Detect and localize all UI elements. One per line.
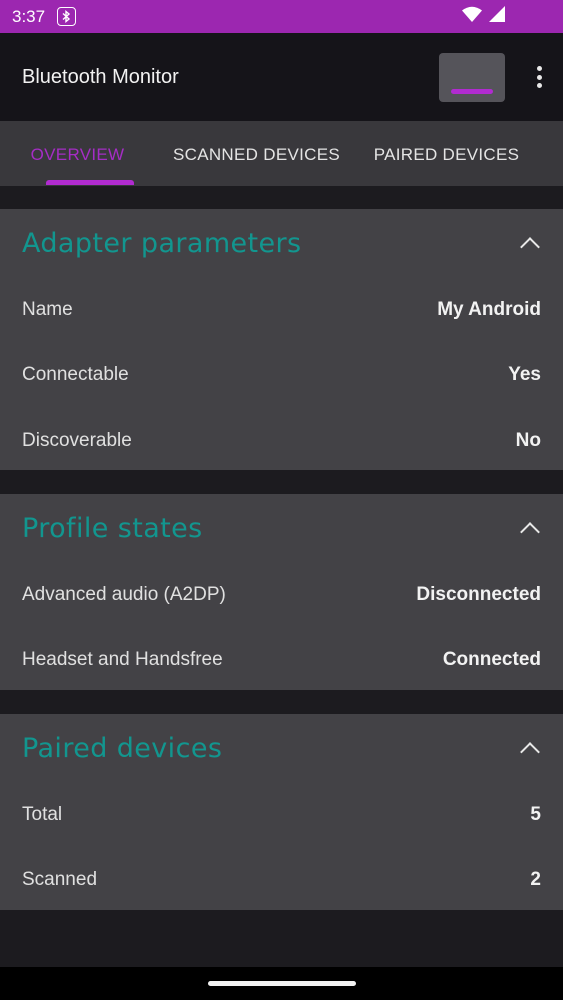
row-label: Name [22, 298, 73, 320]
row-value: Disconnected [416, 583, 541, 605]
list-item: Discoverable No [0, 408, 563, 474]
navigation-bar [0, 967, 563, 1000]
adapter-parameters-header[interactable]: Adapter parameters [0, 209, 563, 277]
toolbar-action-button[interactable] [439, 52, 505, 102]
row-label: Headset and Handsfree [22, 649, 223, 671]
tab-scanned-devices[interactable]: SCANNED DEVICES [157, 121, 357, 186]
list-item: Headset and Handsfree Connected [0, 628, 563, 694]
profile-states-header[interactable]: Profile states [0, 494, 563, 562]
row-value: No [515, 429, 541, 451]
row-label: Total [22, 803, 63, 825]
status-bar: 3:37 [0, 0, 563, 33]
list-item: Scanned 2 [0, 848, 563, 914]
tab-overview[interactable]: OVERVIEW [15, 121, 141, 186]
app-bar: Bluetooth Monitor [0, 33, 563, 121]
list-item: Connectable Yes [0, 343, 563, 409]
chevron-up-icon[interactable] [520, 742, 540, 762]
app-title: Bluetooth Monitor [22, 65, 179, 88]
home-gesture-handle[interactable] [208, 981, 356, 986]
chevron-up-icon[interactable] [520, 522, 540, 542]
action-button-indicator [451, 88, 493, 94]
row-label: Scanned [22, 869, 98, 891]
signal-icon [489, 6, 505, 27]
card-title: Adapter parameters [22, 227, 302, 259]
row-value: 2 [530, 869, 541, 891]
adapter-parameters-card: Adapter parameters Name My Android Conne… [0, 209, 563, 470]
row-value: 5 [530, 803, 541, 825]
list-item: Name My Android [0, 277, 563, 343]
row-value: Connected [442, 649, 541, 671]
row-label: Connectable [22, 364, 129, 386]
list-item: Total 5 [0, 782, 563, 848]
bluetooth-badge-icon [57, 7, 77, 26]
row-label: Advanced audio (A2DP) [22, 583, 226, 605]
profile-states-card: Profile states Advanced audio (A2DP) Dis… [0, 494, 563, 690]
tab-paired-devices[interactable]: PAIRED DEVICES [357, 121, 537, 186]
overflow-menu-icon[interactable] [527, 62, 551, 92]
row-label: Discoverable [22, 429, 132, 451]
status-time: 3:37 [12, 6, 46, 26]
tab-bar: OVERVIEW SCANNED DEVICES PAIRED DEVICES [0, 121, 563, 186]
card-title: Profile states [22, 512, 203, 544]
paired-devices-header[interactable]: Paired devices [0, 714, 563, 782]
paired-devices-card: Paired devices Total 5 Scanned 2 [0, 714, 563, 910]
tab-indicator [46, 180, 134, 185]
wifi-icon [462, 6, 482, 27]
list-item: Advanced audio (A2DP) Disconnected [0, 562, 563, 628]
card-title: Paired devices [22, 732, 223, 764]
status-right-icons [462, 6, 505, 27]
chevron-up-icon[interactable] [520, 237, 540, 257]
row-value: My Android [437, 298, 541, 320]
row-value: Yes [508, 364, 541, 386]
